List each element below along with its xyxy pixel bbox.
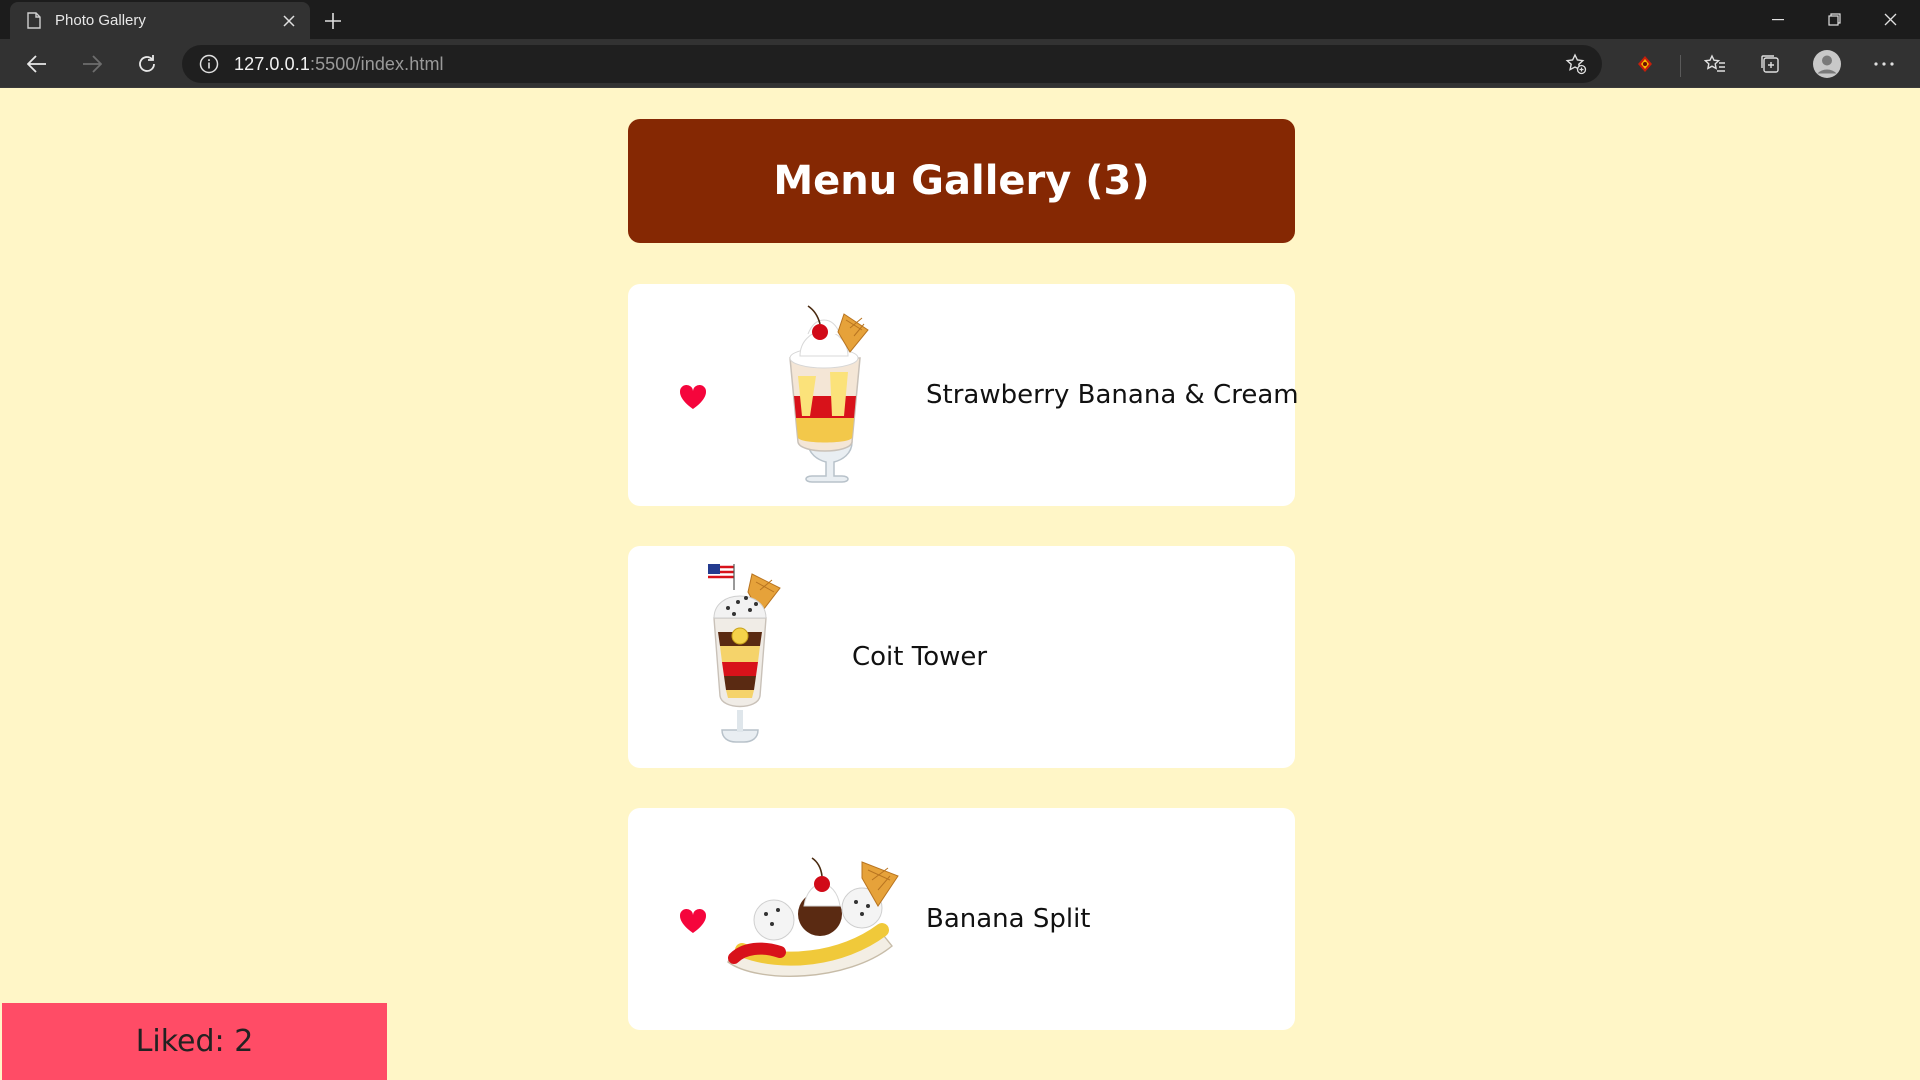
extension-icon[interactable] xyxy=(1628,47,1662,81)
refresh-icon[interactable] xyxy=(130,47,164,81)
gallery-header: Menu Gallery (3) xyxy=(628,119,1295,243)
browser-tab-bar: Photo Gallery xyxy=(0,0,1920,39)
liked-count-label: Liked: 2 xyxy=(135,1024,254,1059)
close-tab-icon[interactable] xyxy=(278,10,300,32)
more-options-icon[interactable] xyxy=(1867,47,1901,81)
url-host: 127.0.0.1 xyxy=(234,53,310,74)
collections-icon[interactable] xyxy=(1753,47,1787,81)
sundae-image[interactable] xyxy=(768,300,878,495)
item-name: Banana Split xyxy=(926,904,1091,934)
page-viewport: Menu Gallery (3) Strawberry Banana & Cre… xyxy=(2,89,1920,1080)
browser-tab[interactable]: Photo Gallery xyxy=(10,2,310,39)
sundae-image[interactable] xyxy=(706,562,796,759)
add-favorite-icon[interactable] xyxy=(1564,52,1588,76)
gallery-card[interactable]: Strawberry Banana & Cream xyxy=(628,284,1299,506)
liked-count-badge: Liked: 2 xyxy=(2,1003,387,1080)
profile-avatar-icon[interactable] xyxy=(1810,47,1844,81)
minimize-icon[interactable] xyxy=(1750,0,1806,39)
heart-icon[interactable] xyxy=(678,382,708,412)
tab-title: Photo Gallery xyxy=(55,12,146,29)
page-title: Menu Gallery (3) xyxy=(773,158,1150,204)
heart-icon[interactable] xyxy=(678,906,708,936)
gallery-card[interactable]: Coit Tower xyxy=(628,546,1295,768)
close-window-icon[interactable] xyxy=(1862,0,1918,39)
url-path: :5500/index.html xyxy=(309,53,444,74)
favorites-icon[interactable] xyxy=(1698,47,1732,81)
item-name: Strawberry Banana & Cream xyxy=(926,380,1299,410)
toolbar-divider xyxy=(1680,55,1681,77)
page-icon xyxy=(25,12,43,30)
restore-icon[interactable] xyxy=(1806,0,1862,39)
back-icon[interactable] xyxy=(20,47,54,81)
forward-icon[interactable] xyxy=(75,47,109,81)
site-info-icon[interactable] xyxy=(198,53,220,75)
gallery-card[interactable]: Banana Split xyxy=(628,808,1295,1030)
banana-split-image[interactable] xyxy=(724,854,910,989)
url-text: 127.0.0.1:5500/index.html xyxy=(234,54,444,75)
address-bar[interactable]: 127.0.0.1:5500/index.html xyxy=(182,45,1602,83)
item-name: Coit Tower xyxy=(852,642,988,672)
browser-toolbar: 127.0.0.1:5500/index.html xyxy=(0,39,1920,88)
new-tab-icon[interactable] xyxy=(320,8,346,34)
